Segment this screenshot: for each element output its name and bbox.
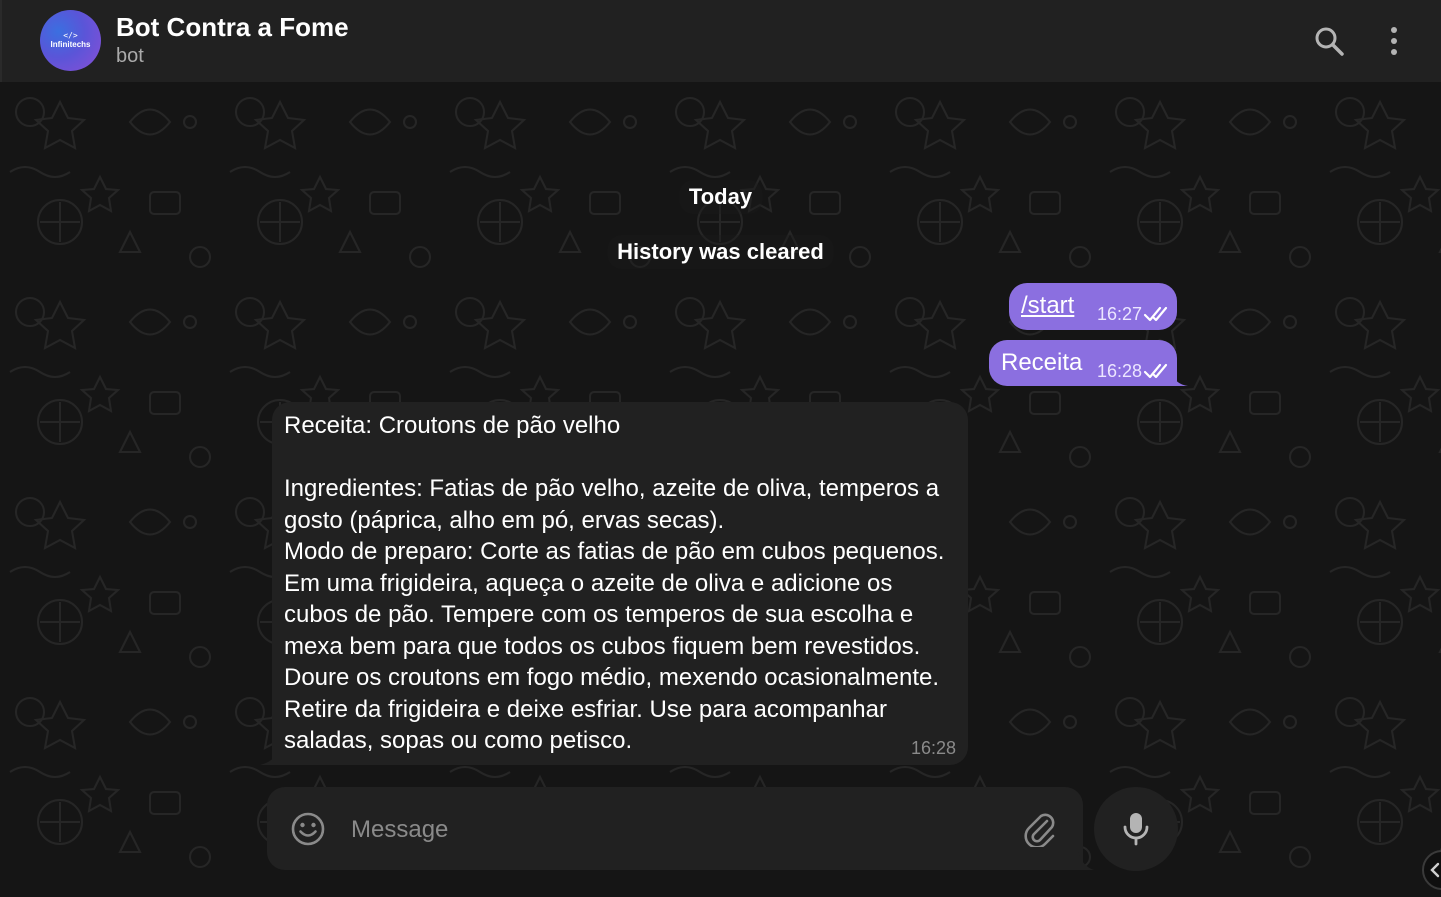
chat-title[interactable]: Bot Contra a Fome [116, 12, 349, 43]
bubble-tail-out [1170, 370, 1188, 386]
more-vertical-icon[interactable] [1375, 22, 1413, 60]
microphone-icon [1123, 813, 1149, 846]
message-text: Receita [1001, 349, 1083, 376]
avatar[interactable]: </> Infinitechs [40, 10, 101, 71]
chat-subtitle: bot [116, 45, 144, 67]
chat-area[interactable]: Today History was cleared /start 16:27 R… [0, 82, 1441, 897]
message-time: 16:28 [910, 738, 956, 758]
message-incoming[interactable]: Receita: Croutons de pão velho Ingredien… [272, 402, 968, 765]
read-checkmarks-icon [1143, 363, 1168, 379]
search-icon[interactable] [1310, 22, 1348, 60]
message-outgoing[interactable]: /start 16:27 [1009, 283, 1177, 330]
composer-tail [1078, 852, 1094, 870]
chevron-left-icon [1430, 862, 1440, 878]
chat-header: </> Infinitechs Bot Contra a Fome bot [0, 0, 1441, 82]
message-input[interactable]: Message [351, 816, 448, 844]
microphone-button[interactable] [1094, 787, 1178, 871]
date-separator: Today [678, 180, 763, 214]
service-message: History was cleared [607, 235, 834, 269]
message-outgoing[interactable]: Receita 16:28 [989, 340, 1177, 386]
command-link[interactable]: /start [1021, 292, 1074, 320]
message-text: Receita: Croutons de pão velho Ingredien… [284, 412, 945, 754]
attach-icon[interactable] [1023, 811, 1057, 847]
avatar-code-glyph: </> [63, 31, 78, 40]
message-time: 16:27 [1097, 304, 1143, 324]
read-checkmarks-icon [1143, 306, 1168, 322]
message-composer[interactable]: Message [267, 787, 1083, 870]
message-time: 16:28 [1097, 361, 1143, 381]
bubble-tail-in [260, 747, 280, 765]
emoji-icon[interactable] [290, 811, 326, 847]
avatar-brand-text: Infinitechs [50, 40, 91, 49]
